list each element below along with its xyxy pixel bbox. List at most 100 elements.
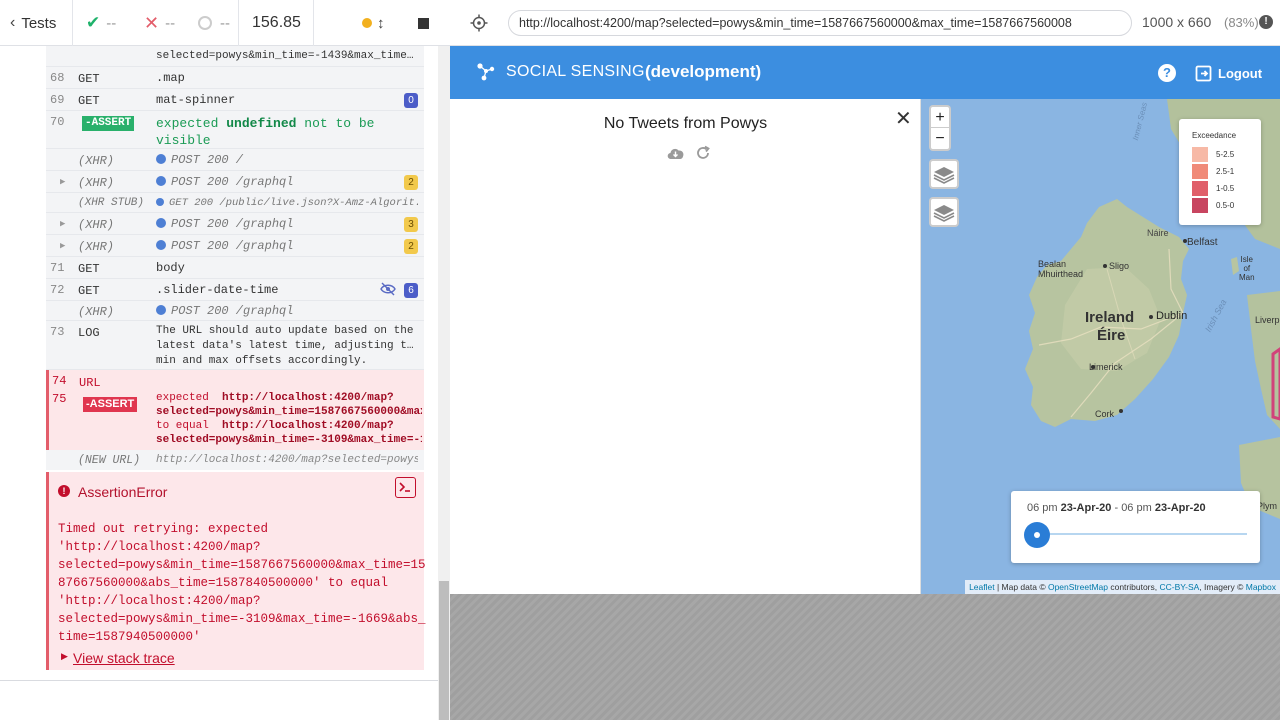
- leaflet-link[interactable]: Leaflet: [969, 582, 995, 592]
- failed-count: ✕ --: [144, 12, 176, 33]
- tests-label: Tests: [21, 14, 57, 32]
- app-under-test: http://localhost:4200/map?selected=powys…: [450, 0, 1280, 720]
- selector-playground-icon[interactable]: [470, 14, 488, 37]
- legend-label: 5-2.5: [1216, 150, 1235, 159]
- count-badge: 3: [404, 217, 418, 232]
- duration: 156.85: [252, 14, 301, 31]
- zoom-in-button[interactable]: +: [931, 107, 949, 128]
- caret-right-icon: ▶: [60, 219, 66, 229]
- cc-link[interactable]: CC-BY-SA: [1159, 582, 1199, 592]
- legend-swatch: [1192, 198, 1208, 213]
- legend-swatch: [1192, 164, 1208, 179]
- xhr-dot-icon: [156, 218, 166, 228]
- legend-swatch: [1192, 147, 1208, 162]
- log-row-xhr[interactable]: ▶ (XHR) POST 200 /graphql 3: [46, 213, 424, 235]
- stop-icon: [418, 17, 429, 29]
- error-circle-icon: !: [58, 485, 70, 497]
- assert-tag: -ASSERT: [83, 394, 138, 412]
- status-dot-icon: [362, 18, 372, 28]
- xhr-dot-icon: [156, 305, 166, 315]
- cloud-download-icon[interactable]: [666, 146, 685, 165]
- brand-title: SOCIAL SENSING: [506, 63, 645, 80]
- failed-command-block[interactable]: 74 URL 75 -ASSERT expected http://localh…: [46, 370, 424, 450]
- log-row-xhr[interactable]: ▶ (XHR) POST 200 /graphql 2: [46, 171, 424, 193]
- test-runner-panel: ‹ Tests ✔ -- ✕ -- -- 156.85 ↕ selected=p…: [0, 0, 450, 720]
- scrollbar-thumb[interactable]: [439, 581, 449, 720]
- auto-scroll-toggle[interactable]: ↕: [362, 0, 385, 46]
- help-icon[interactable]: ?: [1158, 64, 1176, 82]
- print-console-button[interactable]: [395, 477, 416, 498]
- log-row-xhr[interactable]: (XHR) POST 200 /: [46, 149, 424, 171]
- xhr-dot-icon: [156, 198, 164, 206]
- map-label: Limerick: [1089, 362, 1123, 372]
- log-row[interactable]: 68 GET .map: [46, 67, 424, 89]
- info-icon[interactable]: !: [1259, 15, 1273, 29]
- passed-count: ✔ --: [86, 13, 117, 32]
- map-label: Bealan Mhuirthead: [1038, 259, 1084, 279]
- log-row-xhr[interactable]: ▶ (XHR) POST 200 /graphql 2: [46, 235, 424, 257]
- map-label: Dublin: [1156, 310, 1188, 322]
- command-log-scrollbar[interactable]: [438, 46, 450, 720]
- tests-button[interactable]: ‹ Tests: [10, 0, 56, 46]
- cross-icon: ✕: [144, 12, 160, 33]
- log-row[interactable]: 73 LOG The URL should auto update based …: [46, 321, 424, 370]
- map-label: Cork: [1095, 409, 1115, 419]
- layers-button[interactable]: [929, 197, 959, 227]
- viewport-dimensions: 1000 x 660: [1142, 14, 1212, 30]
- map-label: Belfast: [1187, 237, 1218, 248]
- panel-title: No Tweets from Powys: [603, 115, 768, 132]
- pending-count: --: [198, 0, 230, 46]
- count-badge: 2: [404, 239, 418, 254]
- map-label: Liverp: [1255, 315, 1280, 325]
- logout-button[interactable]: Logout: [1195, 64, 1262, 82]
- map[interactable]: Belfast Náire Sligo Bealan Mhuirthead Ire…: [921, 99, 1280, 594]
- pending-circle-icon: [198, 16, 212, 30]
- assert-tag: -ASSERT: [82, 115, 135, 131]
- eye-slash-icon: [380, 282, 396, 300]
- command-log: selected=powys&min_time=-1439&max_time=0…: [0, 46, 438, 680]
- scroll-arrows-icon: ↕: [377, 14, 385, 32]
- mapbox-link[interactable]: Mapbox: [1246, 582, 1276, 592]
- map-label: Náire: [1147, 228, 1169, 238]
- slider-track[interactable]: [1037, 533, 1247, 535]
- legend-swatch: [1192, 181, 1208, 196]
- log-row-truncated: selected=powys&min_time=-1439&max_time=0…: [46, 46, 424, 67]
- legend-item: 1-0.5: [1192, 181, 1234, 196]
- refresh-icon[interactable]: [695, 145, 711, 166]
- legend-label: 1-0.5: [1216, 184, 1235, 193]
- map-label-country: Ireland: [1085, 309, 1135, 326]
- runner-header: ‹ Tests ✔ -- ✕ -- -- 156.85 ↕: [0, 0, 450, 46]
- map-attribution: Leaflet | Map data © OpenStreetMap contr…: [965, 580, 1280, 594]
- layers-button[interactable]: [929, 159, 959, 189]
- map-label: Sligo: [1109, 261, 1130, 271]
- aut-url-field[interactable]: http://localhost:4200/map?selected=powys…: [508, 10, 1132, 36]
- app-toolbar: SOCIAL SENSING (development) ? Logout: [450, 46, 1280, 99]
- xhr-dot-icon: [156, 240, 166, 250]
- view-stack-trace-link[interactable]: View stack trace: [73, 650, 175, 666]
- log-row-xhr-stub[interactable]: (XHR STUB) GET 200 /public/live.json?X-A…: [46, 193, 424, 213]
- layers-icon: [933, 205, 955, 222]
- assertion-error-box: ! AssertionError Timed out retrying: exp…: [46, 472, 426, 670]
- logout-icon: [1195, 65, 1212, 81]
- log-row[interactable]: 71 GET body: [46, 257, 424, 279]
- error-message: Timed out retrying: expected 'http://loc…: [58, 522, 426, 644]
- log-row-xhr[interactable]: (XHR) POST 200 /graphql: [46, 301, 424, 321]
- slider-thumb[interactable]: [1024, 522, 1050, 548]
- time-slider-panel: 06 pm 23-Apr-20 - 06 pm 23-Apr-20: [1011, 491, 1260, 563]
- log-row[interactable]: 72 GET .slider-date-time 6: [46, 279, 424, 301]
- zoom-control: + −: [929, 105, 951, 151]
- aut-url-bar: http://localhost:4200/map?selected=powys…: [450, 0, 1280, 46]
- map-label: Plym: [1257, 501, 1277, 511]
- xhr-dot-icon: [156, 176, 166, 186]
- legend-item: 0.5-0: [1192, 198, 1234, 213]
- zoom-out-button[interactable]: −: [931, 128, 949, 149]
- stop-button[interactable]: [418, 0, 429, 46]
- count-badge: 6: [404, 283, 418, 298]
- close-icon[interactable]: ✕: [895, 106, 912, 131]
- new-url-row[interactable]: (NEW URL) http://localhost:4200/map?sele…: [46, 450, 424, 470]
- slider-date-time: 06 pm 23-Apr-20 - 06 pm 23-Apr-20: [1027, 502, 1206, 514]
- log-row[interactable]: 69 GET mat-spinner 0: [46, 89, 424, 111]
- osm-link[interactable]: OpenStreetMap: [1048, 582, 1108, 592]
- map-label-country: Éire: [1097, 327, 1126, 344]
- log-row[interactable]: 70 -ASSERT expected undefined not to be …: [46, 111, 424, 149]
